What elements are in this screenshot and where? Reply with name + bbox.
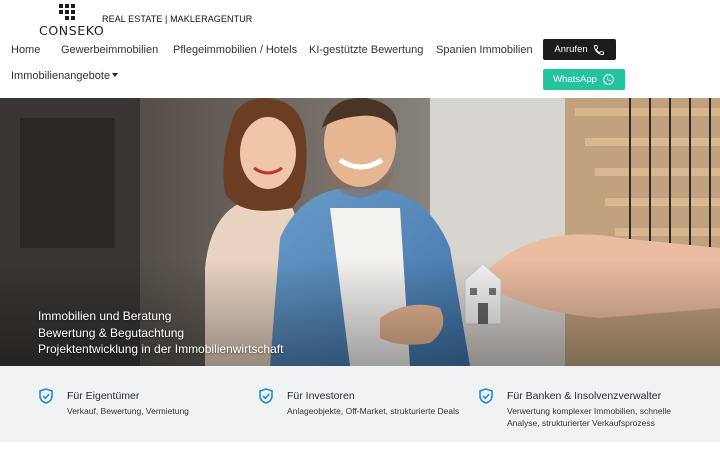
nav-dropdown-label: Immobilienangebote: [11, 70, 111, 82]
phone-icon: [593, 44, 604, 55]
caret-down-icon: [112, 73, 119, 78]
hero-text: Immobilien und Beratung Bewertung & Begu…: [38, 308, 283, 358]
feature-bar: Für Eigentümer Verkauf, Bewertung, Vermi…: [0, 366, 720, 442]
shield-check-icon: [479, 388, 493, 404]
logo-text: CONSEKO: [39, 23, 105, 38]
feature-description-line: Verwertung komplexer Immobilien, schnell…: [507, 406, 671, 416]
nav-item-spanien[interactable]: Spanien Immobilien: [436, 44, 533, 56]
nav-item-home[interactable]: Home: [11, 44, 40, 56]
logo[interactable]: CONSEKO: [39, 4, 104, 38]
logo-mark-icon: [59, 4, 75, 20]
feature-description: Verkauf, Bewertung, Vermietung: [67, 405, 189, 417]
site-header: CONSEKO REAL ESTATE | MAKLERAGENTUR Home…: [0, 0, 720, 98]
feature-description: Verwertung komplexer Immobilien, schnell…: [507, 405, 671, 429]
hero-line: Bewertung & Begutachtung: [38, 325, 185, 340]
feature-description-line: Verkauf, Bewertung, Vermietung: [67, 406, 189, 416]
nav-item-pflegeimmobilien[interactable]: Pflegeimmobilien / Hotels: [173, 44, 297, 56]
feature-description-line: Anlageobjekte, Off-Market, strukturierte…: [287, 406, 460, 416]
call-button[interactable]: Anrufen: [543, 39, 616, 60]
whatsapp-icon: [603, 74, 614, 85]
feature-title: Für Eigentümer: [67, 390, 140, 402]
feature-title: Für Investoren: [287, 390, 355, 402]
shield-check-icon: [259, 388, 273, 404]
nav-item-ki-bewertung[interactable]: KI-gestützte Bewertung: [309, 44, 423, 56]
nav-item-gewerbeimmobilien[interactable]: Gewerbeimmobilien: [61, 44, 158, 56]
nav-dropdown-immobilienangebote[interactable]: Immobilienangebote: [11, 70, 119, 82]
hero-banner: Immobilien und Beratung Bewertung & Begu…: [0, 98, 720, 366]
hero-line: Projektentwicklung in der Immobilienwirt…: [38, 342, 284, 356]
feature-description-line: Analyse, strukturierter Verkaufsprozess: [507, 418, 655, 428]
tagline: REAL ESTATE | MAKLERAGENTUR: [102, 14, 253, 24]
whatsapp-button-label: WhatsApp: [553, 74, 597, 85]
feature-description: Anlageobjekte, Off-Market, strukturierte…: [287, 405, 459, 417]
hero-line: Immobilien und Beratung: [38, 309, 172, 323]
whatsapp-button[interactable]: WhatsApp: [543, 69, 625, 90]
call-button-label: Anrufen: [554, 44, 588, 55]
feature-title: Für Banken & Insolvenzverwalter: [507, 390, 662, 402]
shield-check-icon: [39, 388, 53, 404]
